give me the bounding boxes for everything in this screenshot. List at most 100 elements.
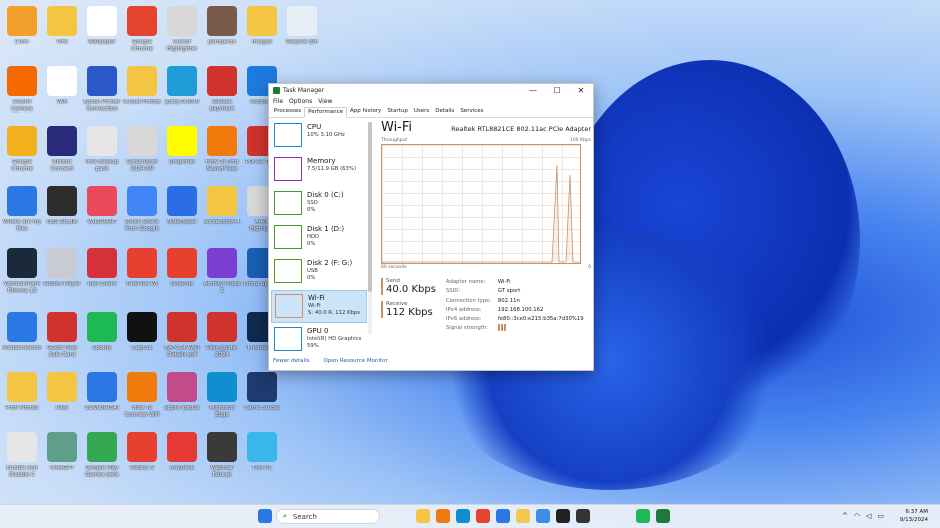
desktop-icon[interactable]: Profi Photos: [2, 372, 42, 419]
desktop-icon[interactable]: Google Play Games beta: [82, 432, 122, 479]
desktop-icon[interactable]: Wondershare Filmora 13: [2, 248, 42, 295]
desktop-icon[interactable]: Images: [242, 6, 282, 53]
minimize-button[interactable]: —: [521, 84, 545, 97]
desktop-icon[interactable]: Roblox Player: [42, 248, 82, 295]
desktop-icon[interactable]: Cursor Highlighter: [162, 6, 202, 53]
desktop-icon[interactable]: Xiaomi Camera Viewer: [2, 66, 42, 113]
desktop-icon[interactable]: Virb: [42, 6, 82, 53]
maximize-button[interactable]: ☐: [545, 84, 569, 97]
desktop-icon[interactable]: How To Find Saved Pass: [202, 126, 242, 173]
desktop-icon-label: Pass-guide-2024: [206, 345, 238, 358]
desktop-icon[interactable]: iCloud Photos: [122, 66, 162, 113]
desktop-icon[interactable]: Microsoft Edge: [202, 372, 242, 419]
app-icon: [87, 126, 117, 156]
tab-users[interactable]: Users: [411, 107, 432, 117]
desktop-icon[interactable]: This PC: [242, 432, 282, 479]
resource-item[interactable]: Disk 1 (D:) HDD 0%: [271, 222, 367, 255]
desktop-icon[interactable]: Pass: [42, 372, 82, 419]
desktop-icon[interactable]: Recycle Bin: [282, 6, 322, 53]
app-icon: [47, 186, 77, 216]
desktop-icon[interactable]: Ubisoft Connect: [42, 126, 82, 173]
desktop-icon[interactable]: Epson Printer Connection: [82, 66, 122, 113]
desktop-icon[interactable]: ChatGPT: [42, 432, 82, 479]
desktop-icon[interactable]: free backup pack: [82, 126, 122, 173]
resource-item[interactable]: Disk 2 (F: G:) USB 0%: [271, 256, 367, 289]
desktop-icon[interactable]: NoteMaker: [162, 186, 202, 233]
resource-item[interactable]: Memory 7.5/11.9 GB (63%): [271, 154, 367, 187]
resource-item[interactable]: GPU 0 Intel(R) HD Graphics 59%: [271, 324, 367, 357]
desktop-icon[interactable]: AnyDesk: [162, 432, 202, 479]
desktop-icon[interactable]: Pass-guide-2024: [202, 312, 242, 359]
desktop-icon[interactable]: Wallpaper: [82, 6, 122, 53]
spotify-taskbar-icon[interactable]: [636, 509, 650, 523]
wifi-icon[interactable]: ◠: [854, 512, 860, 520]
desktop-icon[interactable]: Spotify: [82, 312, 122, 359]
taskmgr-taskbar-icon[interactable]: [656, 509, 670, 523]
resource-item[interactable]: CPU 10% 3.10 GHz: [271, 120, 367, 153]
desktop-icon[interactable]: Webinar Educat: [202, 432, 242, 479]
desktop-icon[interactable]: OnePlus: [162, 248, 202, 295]
tab-processes[interactable]: Processes: [271, 107, 304, 117]
volume-icon[interactable]: ◁: [866, 512, 871, 520]
desktop-icon[interactable]: Camo Studio: [242, 372, 282, 419]
desktop-icon[interactable]: Riot Client: [82, 248, 122, 295]
resource-scrollbar[interactable]: [368, 122, 372, 334]
tab-app-history[interactable]: App history: [347, 107, 384, 117]
graph-time-label: 60 seconds: [381, 265, 407, 270]
desktop-icon[interactable]: Enable and Disable C: [2, 432, 42, 479]
chevron-up-icon[interactable]: ^: [842, 512, 848, 520]
menu-file[interactable]: File: [273, 98, 283, 106]
desktop-icon[interactable]: EAFC24 Wall Details pdf: [162, 312, 202, 359]
photos-taskbar-icon[interactable]: [536, 509, 550, 523]
desktop-icon[interactable]: Screenshot 2024-09: [122, 126, 162, 173]
desktop-icon[interactable]: Where are my files: [2, 186, 42, 233]
battery-icon[interactable]: ▭: [877, 512, 884, 520]
notes-taskbar-icon[interactable]: [516, 509, 530, 523]
start-button[interactable]: [258, 509, 272, 523]
desktop-icon[interactable]: Wifi: [42, 66, 82, 113]
menu-view[interactable]: View: [318, 98, 332, 106]
tab-details[interactable]: Details: [432, 107, 457, 117]
desktop-icon[interactable]: release payment: [202, 66, 242, 113]
desktop-icon[interactable]: OBS Studio: [42, 186, 82, 233]
desktop-icon[interactable]: OnePlus Wi: [122, 248, 162, 295]
desktop-icon[interactable]: Guest Pass Sale Card: [42, 312, 82, 359]
system-tray[interactable]: ^ ◠ ◁ ▭: [842, 512, 884, 520]
clock[interactable]: 6:37 AM 9/13/2024: [900, 508, 928, 524]
desktop-icon[interactable]: screenshot-4: [202, 186, 242, 233]
desktop-icon[interactable]: How To Connect Wifi: [122, 372, 162, 419]
close-button[interactable]: ✕: [569, 84, 593, 97]
desktop-icon[interactable]: Snapchat: [162, 126, 202, 173]
store-taskbar-icon[interactable]: [496, 509, 510, 523]
obs-taskbar-icon[interactable]: [576, 509, 590, 523]
resource-item[interactable]: Wi-Fi Wi-Fi S: 40.0 R: 112 Kbps: [271, 290, 367, 323]
open-resource-monitor-link[interactable]: Open Resource Monitor: [323, 358, 387, 364]
desktop-icon[interactable]: Quick Share from Google: [122, 186, 162, 233]
chrome-taskbar-icon[interactable]: [476, 509, 490, 523]
edge-taskbar-icon[interactable]: [456, 509, 470, 523]
file-explorer-taskbar-icon[interactable]: [416, 509, 430, 523]
firefox-taskbar-icon[interactable]: [436, 509, 450, 523]
capcut-taskbar-icon[interactable]: [556, 509, 570, 523]
desktop-icon[interactable]: Affinity Photo 2: [202, 248, 242, 295]
resource-item[interactable]: Disk 0 (C:) SSD 0%: [271, 188, 367, 221]
desktop-icon[interactable]: apple ipados: [162, 372, 202, 419]
desktop-icon[interactable]: CapCut: [122, 312, 162, 359]
desktop-icon[interactable]: putty-0.80-0: [162, 66, 202, 113]
fewer-details-link[interactable]: Fewer details: [273, 358, 309, 364]
desktop-icon[interactable]: Roblox S: [122, 432, 162, 479]
search-box[interactable]: ⌕ Search: [276, 509, 380, 524]
desktop-icon[interactable]: Google Chrome: [2, 126, 42, 173]
app-icon: [247, 432, 277, 462]
tab-services[interactable]: Services: [457, 107, 486, 117]
desktop-icon[interactable]: Google Chrome: [122, 6, 162, 53]
desktop-icon[interactable]: mediacreation: [2, 312, 42, 359]
app-icon: [47, 248, 77, 278]
menu-options[interactable]: Options: [289, 98, 312, 106]
desktop-icon[interactable]: ScWeb(RSA): [82, 372, 122, 419]
desktop-icon[interactable]: VALORANT: [82, 186, 122, 233]
tab-startup[interactable]: Startup: [384, 107, 410, 117]
tab-performance[interactable]: Performance: [304, 107, 347, 118]
desktop-icon[interactable]: pamperon: [202, 6, 242, 53]
desktop-icon[interactable]: Clvin: [2, 6, 42, 53]
